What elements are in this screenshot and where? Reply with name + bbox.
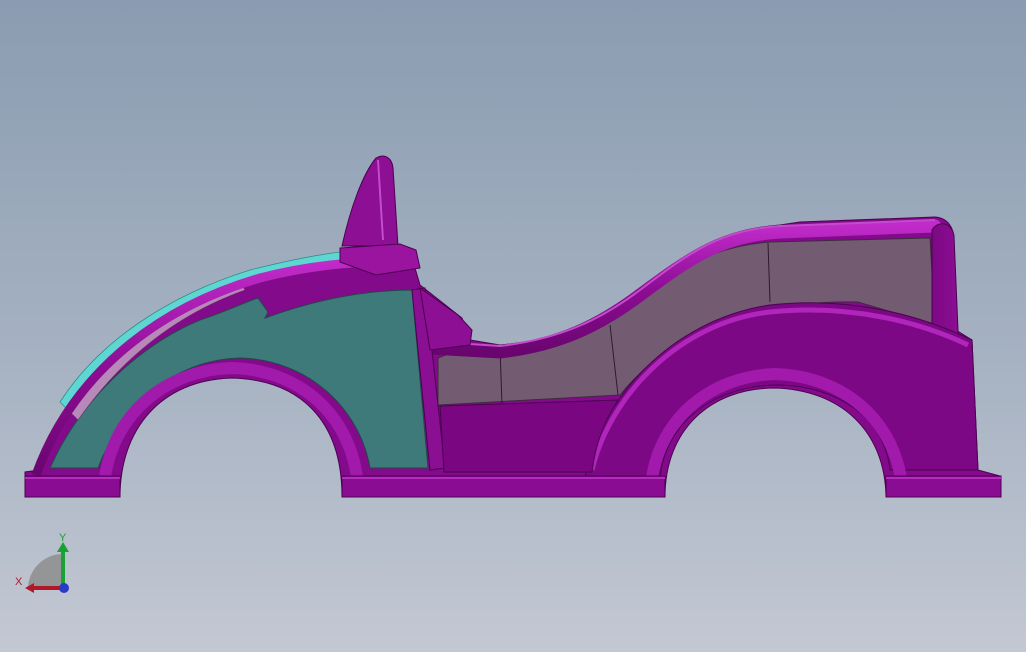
coordinate-triad: X Y — [10, 530, 80, 600]
triad-sphere — [28, 554, 62, 588]
triad-x-label: X — [15, 576, 23, 588]
bottom-sill — [24, 475, 1002, 498]
windshield-fin — [341, 155, 399, 247]
graphics-viewport[interactable]: X Y — [0, 0, 1026, 652]
triad-y-label: Y — [59, 532, 67, 544]
car-body-model[interactable] — [0, 0, 1026, 652]
lower-door-panel — [439, 399, 619, 473]
triad-z-axis — [59, 583, 69, 593]
